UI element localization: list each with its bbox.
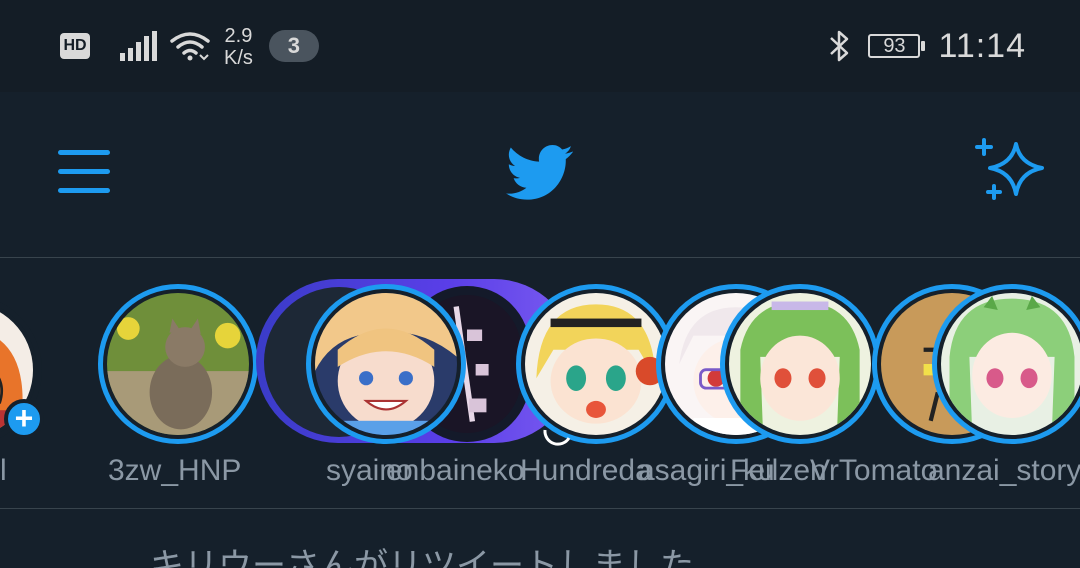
fleet-loading-ring-icon	[543, 429, 571, 446]
avatar	[729, 293, 871, 435]
avatar	[315, 293, 457, 435]
twitter-bird-icon[interactable]	[506, 144, 574, 202]
notification-count-badge: 3	[268, 30, 319, 62]
status-clock: 11:14	[938, 26, 1026, 65]
fleets-row: l + 3zw_HNP syaino enbaineko Hundreda as…	[0, 258, 1080, 508]
fleet-name: Hundreda	[520, 454, 652, 487]
avatar	[941, 293, 1080, 435]
fleet-name-vrtomato: VrTomato	[810, 454, 938, 487]
network-speed: 2.9 K/s	[224, 25, 253, 69]
app-header	[0, 92, 1080, 258]
fleet-name: l	[0, 454, 7, 487]
bluetooth-icon	[830, 30, 849, 62]
hamburger-menu-icon[interactable]	[58, 150, 110, 196]
hd-voice-badge: HD	[60, 33, 90, 59]
battery-indicator: 93	[868, 34, 926, 58]
fleet-name-enbaineko: enbaineko	[386, 454, 525, 487]
fleet-avatar-ring	[932, 284, 1080, 444]
add-fleet-button[interactable]: +	[4, 399, 44, 439]
fleet-avatar-ring	[720, 284, 880, 444]
fleet-avatar-ring	[98, 284, 258, 444]
avatar	[525, 293, 667, 435]
fleet-name: 3zw_HNP	[108, 454, 242, 487]
retweet-indicator-text: キリウーさんがリツイートしました	[150, 547, 694, 568]
fleet-name-anzai: anzai_story	[928, 454, 1080, 487]
wifi-icon	[170, 32, 210, 61]
sparkle-icon[interactable]	[972, 138, 1046, 204]
status-bar: HD 2.9 K/s 3 93 11:14	[0, 0, 1080, 92]
fleet-own[interactable]: l	[0, 258, 60, 508]
retweet-indicator: キリウーさんがリツイートしました	[150, 538, 1050, 568]
avatar	[107, 293, 249, 435]
fleet-avatar-ring	[306, 284, 466, 444]
fleet-3zw-hnp[interactable]: 3zw_HNP	[98, 258, 268, 508]
network-speed-unit: K/s	[224, 47, 253, 69]
network-speed-value: 2.9	[224, 25, 253, 47]
fleets-divider	[0, 508, 1080, 509]
cellular-signal-icon	[120, 31, 157, 61]
